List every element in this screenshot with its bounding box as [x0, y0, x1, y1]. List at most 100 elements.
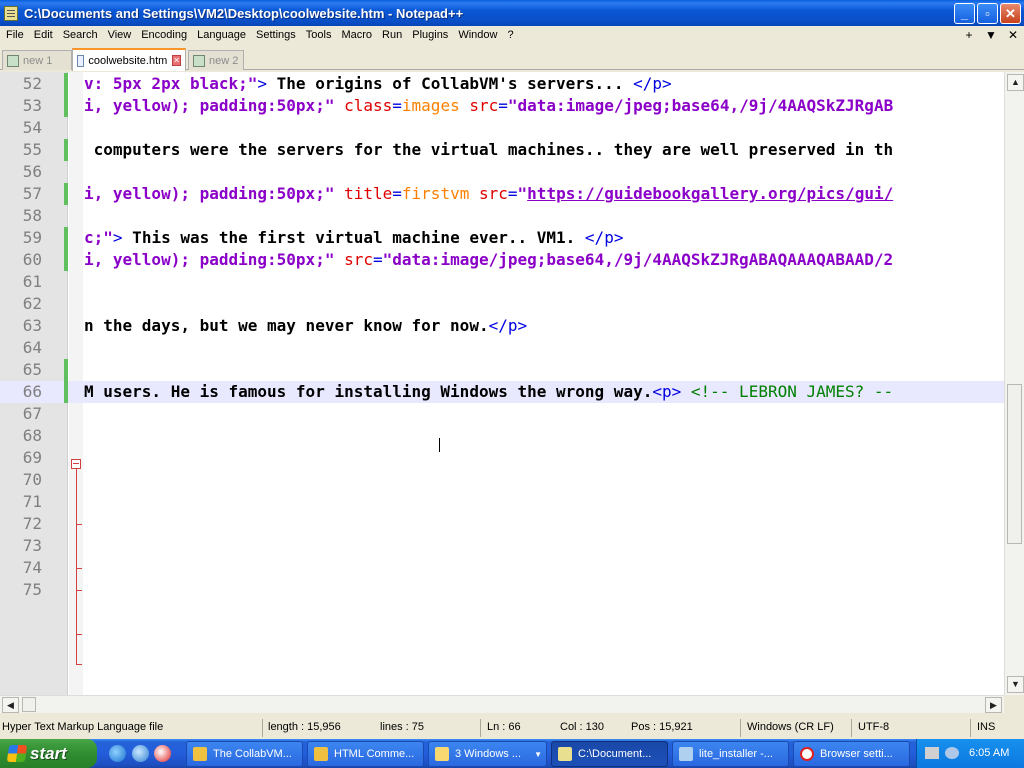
code-line[interactable]: 69: [0, 447, 1004, 469]
menu-settings[interactable]: Settings: [251, 29, 301, 41]
code-line[interactable]: 65: [0, 359, 1004, 381]
status-encoding[interactable]: UTF-8: [858, 721, 889, 733]
status-filetype: Hyper Text Markup Language file: [2, 721, 164, 733]
code-line[interactable]: 71: [0, 491, 1004, 513]
editor-area[interactable]: 52 v: 5px 2px black;"> The origins of Col…: [0, 72, 1004, 695]
group-dropdown-icon[interactable]: ▼: [534, 750, 542, 759]
start-button[interactable]: start: [0, 739, 97, 768]
code-line[interactable]: 54: [0, 117, 1004, 139]
minimize-button[interactable]: _: [954, 3, 975, 24]
menu-encoding[interactable]: Encoding: [136, 29, 192, 41]
code-line[interactable]: 75: [0, 579, 1004, 601]
notepad-app-icon[interactable]: [4, 5, 18, 21]
code-token: n the days, but we may never know for no…: [84, 316, 489, 335]
code-line[interactable]: 62: [0, 293, 1004, 315]
menu-tools[interactable]: Tools: [301, 29, 337, 41]
status-insert-mode[interactable]: INS: [977, 721, 995, 733]
task-windows-explorer-group[interactable]: 3 Windows ... ▼: [428, 741, 547, 767]
new-tab-icon[interactable]: +: [958, 28, 980, 42]
tab-new-2[interactable]: new 2: [188, 50, 244, 70]
code-line[interactable]: 70: [0, 469, 1004, 491]
close-button[interactable]: ✕: [1000, 3, 1021, 24]
code-line[interactable]: 55 computers were the servers for the vi…: [0, 139, 1004, 161]
maximize-button[interactable]: ▫: [977, 3, 998, 24]
yandex-browser-icon[interactable]: [154, 745, 171, 762]
code-text[interactable]: i, yellow); padding:50px;" class=images …: [84, 95, 893, 117]
task-lite-installer[interactable]: lite_installer -...: [672, 741, 789, 767]
task-html-comments[interactable]: HTML Comme...: [307, 741, 424, 767]
code-line[interactable]: 52 v: 5px 2px black;"> The origins of Col…: [0, 73, 1004, 95]
code-line[interactable]: 57 i, yellow); padding:50px;" title=first…: [0, 183, 1004, 205]
code-line[interactable]: 64: [0, 337, 1004, 359]
menu-bar: File Edit Search View Encoding Language …: [0, 26, 1024, 44]
status-column: Col : 130: [560, 721, 605, 733]
close-tab-icon[interactable]: ✕: [172, 55, 181, 66]
vertical-scroll-thumb[interactable]: [1007, 384, 1022, 544]
network-icon[interactable]: [925, 747, 939, 759]
title-bar[interactable]: C:\Documents and Settings\VM2\Desktop\co…: [0, 0, 1024, 26]
code-line[interactable]: 53 i, yellow); padding:50px;" class=image…: [0, 95, 1004, 117]
scroll-up-icon[interactable]: ▲: [1007, 74, 1024, 91]
outlook-express-icon[interactable]: [132, 745, 149, 762]
code-token: computers were the servers for the virtu…: [84, 140, 894, 159]
task-label: lite_installer -...: [699, 748, 773, 760]
tab-list-dropdown-icon[interactable]: ▼: [980, 28, 1002, 42]
code-line[interactable]: 56: [0, 161, 1004, 183]
code-line[interactable]: 72: [0, 513, 1004, 535]
menu-view[interactable]: View: [103, 29, 137, 41]
horizontal-scrollbar[interactable]: ◀ ▶: [0, 695, 1004, 713]
code-token: "data:image/jpeg;base64,/9j/4AAQSkZJRgAB: [507, 96, 894, 115]
menu-window[interactable]: Window: [453, 29, 502, 41]
code-line[interactable]: 61: [0, 271, 1004, 293]
code-text[interactable]: i, yellow); padding:50px;" title=firstvm…: [84, 183, 893, 205]
menu-run[interactable]: Run: [377, 29, 407, 41]
status-line: Ln : 66: [487, 721, 521, 733]
code-line[interactable]: 58: [0, 205, 1004, 227]
code-line[interactable]: 68: [0, 425, 1004, 447]
line-number: 70: [22, 470, 42, 489]
clock[interactable]: 6:05 AM: [969, 747, 1009, 759]
menu-macro[interactable]: Macro: [336, 29, 377, 41]
code-line[interactable]: 60 i, yellow); padding:50px;" src="data:i…: [0, 249, 1004, 271]
fold-toggle-icon[interactable]: [71, 459, 81, 469]
code-line[interactable]: 66 M users. He is famous for installing W…: [0, 381, 1004, 403]
tab-coolwebsite[interactable]: coolwebsite.htm ✕: [72, 48, 186, 71]
code-text[interactable]: v: 5px 2px black;"> The origins of Colla…: [84, 73, 672, 95]
scroll-down-icon[interactable]: ▼: [1007, 676, 1024, 693]
menu-file[interactable]: File: [0, 29, 29, 41]
code-line[interactable]: 63 n the days, but we may never know for …: [0, 315, 1004, 337]
code-text[interactable]: c;"> This was the first virtual machine …: [84, 227, 623, 249]
menu-edit[interactable]: Edit: [29, 29, 58, 41]
menu-language[interactable]: Language: [192, 29, 251, 41]
code-line[interactable]: 67: [0, 403, 1004, 425]
menu-search[interactable]: Search: [58, 29, 103, 41]
horizontal-scroll-thumb[interactable]: [22, 697, 36, 712]
code-line[interactable]: 73: [0, 535, 1004, 557]
close-document-icon[interactable]: ✕: [1002, 28, 1024, 42]
scroll-right-icon[interactable]: ▶: [985, 697, 1002, 713]
code-line[interactable]: 59 c;"> This was the first virtual machin…: [0, 227, 1004, 249]
vertical-scrollbar[interactable]: ▲ ▼: [1004, 72, 1024, 695]
internet-explorer-icon[interactable]: [109, 745, 126, 762]
code-text[interactable]: computers were the servers for the virtu…: [84, 139, 894, 161]
code-text[interactable]: M users. He is famous for installing Win…: [84, 381, 893, 403]
code-text[interactable]: i, yellow); padding:50px;" src="data:ima…: [84, 249, 893, 271]
code-text[interactable]: n the days, but we may never know for no…: [84, 315, 527, 337]
status-eol[interactable]: Windows (CR LF): [747, 721, 834, 733]
line-number: 68: [22, 426, 42, 445]
menu-plugins[interactable]: Plugins: [407, 29, 453, 41]
tab-new-1[interactable]: new 1: [2, 50, 72, 70]
task-notepad[interactable]: C:\Document...: [551, 741, 668, 767]
menu-help[interactable]: ?: [502, 29, 518, 41]
document-icon: [193, 54, 205, 67]
volume-icon[interactable]: [945, 747, 959, 759]
code-line[interactable]: 74: [0, 557, 1004, 579]
task-label: The CollabVM...: [213, 748, 292, 760]
scroll-left-icon[interactable]: ◀: [2, 697, 19, 713]
line-number: 75: [22, 580, 42, 599]
task-browser-settings[interactable]: Browser setti...: [793, 741, 910, 767]
code-token: <p>: [652, 382, 682, 401]
task-collabvm[interactable]: The CollabVM...: [186, 741, 303, 767]
code-token: The origins of CollabVM's servers...: [267, 74, 634, 93]
